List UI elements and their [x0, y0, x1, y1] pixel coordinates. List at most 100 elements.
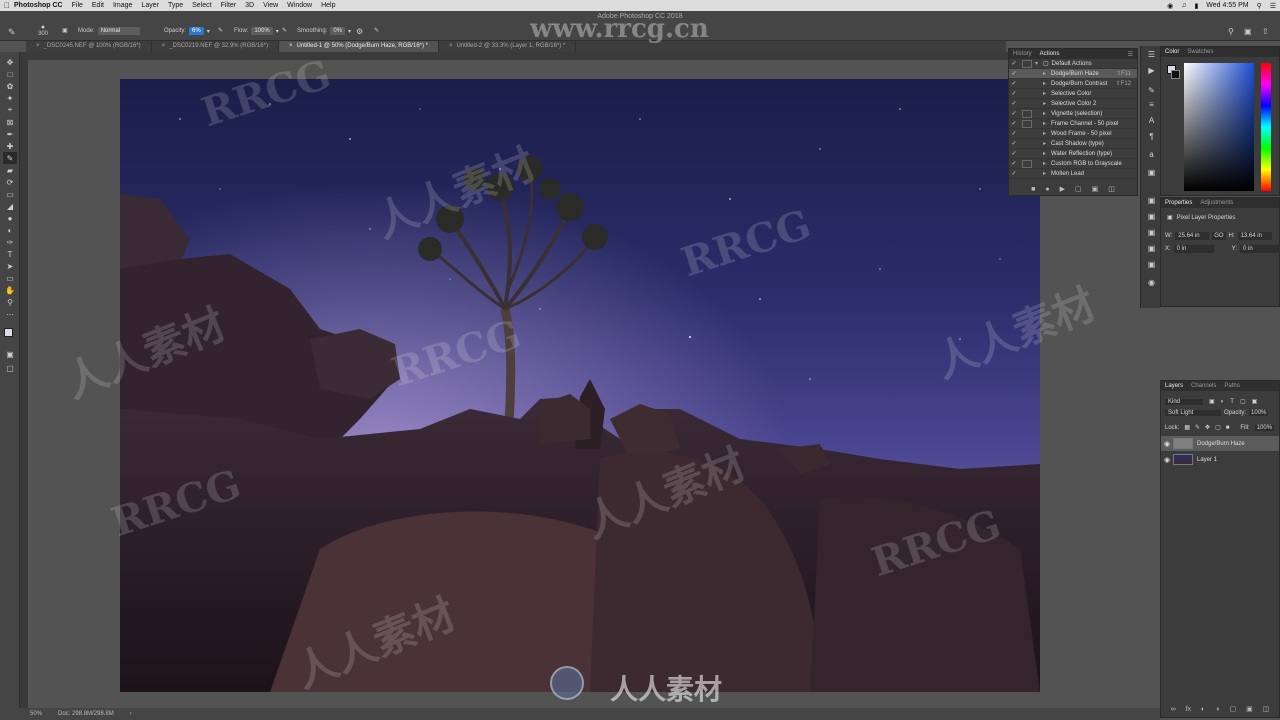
- stop-icon[interactable]: ■: [1031, 186, 1035, 193]
- checkmark-icon[interactable]: ✓: [1009, 120, 1019, 127]
- action-row[interactable]: ✓ ▸ Cast Shadow (type): [1009, 139, 1137, 149]
- smoothing-control[interactable]: Smoothing: 0% ▾: [297, 27, 351, 35]
- path-select-tool-icon[interactable]: ➤: [3, 260, 17, 272]
- checkmark-icon[interactable]: ✓: [1009, 70, 1019, 77]
- record-icon[interactable]: ●: [1045, 186, 1049, 193]
- action-row[interactable]: ✓ ▸ Wood Frame - 50 pixel: [1009, 129, 1137, 139]
- filter-type-icon[interactable]: T: [1230, 399, 1234, 405]
- list-icon[interactable]: ☰: [1270, 2, 1276, 10]
- actions-panel-icon[interactable]: ▶: [1146, 66, 1157, 77]
- brush-settings-icon[interactable]: ≡: [1146, 100, 1157, 111]
- tab-swatches[interactable]: Swatches: [1187, 49, 1213, 55]
- checkmark-icon[interactable]: ✓: [1009, 80, 1019, 87]
- checkmark-icon[interactable]: ✓: [1009, 160, 1019, 167]
- menu-3d[interactable]: 3D: [245, 2, 254, 9]
- quick-select-tool-icon[interactable]: ✦: [3, 92, 17, 104]
- eyedropper-tool-icon[interactable]: ✒: [3, 128, 17, 140]
- layer-name[interactable]: Dodge/Burn Haze: [1197, 441, 1245, 447]
- brush-tool-icon[interactable]: ✎: [3, 152, 17, 164]
- battery-icon[interactable]: ▮: [1194, 2, 1198, 10]
- share-button[interactable]: ⇧: [1262, 27, 1269, 36]
- trash-icon[interactable]: ◫: [1263, 705, 1270, 713]
- search-icon[interactable]: ⚲: [1257, 2, 1262, 10]
- layer-opacity-field[interactable]: 100%: [1249, 410, 1269, 416]
- tab-actions[interactable]: Actions: [1040, 51, 1060, 57]
- healing-tool-icon[interactable]: ✚: [3, 140, 17, 152]
- tool-presets-icon-4[interactable]: ▣: [1146, 228, 1157, 239]
- doc-size[interactable]: Doc: 298.8M/298.8M: [58, 711, 114, 717]
- chevron-right-icon[interactable]: ▸: [1043, 140, 1051, 147]
- ruler-horizontal[interactable]: [20, 52, 1008, 60]
- dodge-tool-icon[interactable]: ◐: [3, 224, 17, 236]
- chevron-right-icon[interactable]: ›: [130, 711, 132, 717]
- chevron-right-icon[interactable]: ▸: [1043, 90, 1051, 97]
- tool-presets-icon-1[interactable]: ▣: [1146, 168, 1157, 179]
- smoothing-field[interactable]: 0%: [330, 27, 346, 35]
- brush-panel-toggle[interactable]: ▣: [62, 27, 68, 34]
- menu-image[interactable]: Image: [113, 2, 132, 9]
- adjustment-icon[interactable]: ◑: [1215, 706, 1219, 713]
- tab-color[interactable]: Color: [1165, 49, 1179, 55]
- zoom-tool-icon[interactable]: ⚲: [3, 296, 17, 308]
- lock-position-icon[interactable]: ✥: [1205, 424, 1210, 431]
- checkmark-icon[interactable]: ✓: [1009, 150, 1019, 157]
- history-brush-tool-icon[interactable]: ⟳: [3, 176, 17, 188]
- character-panel-icon[interactable]: A: [1146, 116, 1157, 127]
- tab-dsc0219[interactable]: × _DSC0219.NEF @ 32.9% (RGB/16*): [152, 41, 279, 52]
- link-icon[interactable]: ∞: [1171, 706, 1176, 713]
- menu-help[interactable]: Help: [321, 2, 335, 9]
- ruler-vertical[interactable]: [20, 60, 28, 708]
- hue-slider[interactable]: [1261, 63, 1271, 191]
- chevron-right-icon[interactable]: ▸: [1043, 130, 1051, 137]
- checkmark-icon[interactable]: ✓: [1009, 60, 1019, 67]
- action-row[interactable]: ✓ ▸ Molten Lead: [1009, 169, 1137, 179]
- crop-tool-icon[interactable]: ⌖: [3, 104, 17, 116]
- mode-control[interactable]: Mode: Normal: [78, 27, 140, 35]
- play-icon[interactable]: ▶: [1060, 185, 1065, 193]
- lock-pixels-icon[interactable]: ✎: [1195, 424, 1200, 431]
- brush-tool-preset[interactable]: ✎: [8, 27, 16, 38]
- hand-tool-icon[interactable]: ✋: [3, 284, 17, 296]
- pen-tool-icon[interactable]: ✑: [3, 236, 17, 248]
- action-row[interactable]: ✓ ▸ Vignette (selection): [1009, 109, 1137, 119]
- apple-icon[interactable]: : [0, 1, 14, 10]
- tab-adjustments[interactable]: Adjustments: [1200, 200, 1233, 206]
- opacity-control[interactable]: Opacity: 6% ▾: [164, 27, 210, 35]
- checkmark-icon[interactable]: ✓: [1009, 130, 1019, 137]
- tool-presets-icon-5[interactable]: ▣: [1146, 244, 1157, 255]
- screen-mode-icon[interactable]: ▢: [3, 362, 17, 374]
- checkmark-icon[interactable]: ✓: [1009, 140, 1019, 147]
- tab-channels[interactable]: Channels: [1191, 383, 1216, 389]
- brush-size-picker[interactable]: ● 300: [38, 24, 48, 37]
- close-icon[interactable]: ×: [449, 41, 453, 52]
- flow-control[interactable]: Flow: 100% ▾: [234, 27, 279, 35]
- tab-dsc0245[interactable]: × _DSC0245.NEF @ 100% (RGB/16*): [26, 41, 152, 52]
- history-panel-icon[interactable]: ☰: [1146, 50, 1157, 61]
- chevron-down-icon[interactable]: ▾: [1035, 60, 1043, 67]
- dialog-toggle-box[interactable]: [1022, 119, 1032, 128]
- fill-field[interactable]: 100%: [1254, 424, 1275, 431]
- lock-artboard-icon[interactable]: ▢: [1215, 424, 1221, 431]
- action-row[interactable]: ✓ ▸ Custom RGB to Grayscale: [1009, 159, 1137, 169]
- eye-icon[interactable]: ◉: [1161, 440, 1173, 448]
- height-field[interactable]: 13.64 in: [1237, 232, 1272, 240]
- tool-presets-icon-6[interactable]: ▣: [1146, 260, 1157, 271]
- chevron-right-icon[interactable]: ▸: [1043, 80, 1051, 87]
- stamp-tool-icon[interactable]: ▰: [3, 164, 17, 176]
- link-dimensions-button[interactable]: GO: [1212, 232, 1226, 240]
- layer-filter-kind[interactable]: Kind: [1165, 398, 1203, 405]
- menu-file[interactable]: File: [72, 2, 83, 9]
- workspace-button[interactable]: ▣: [1244, 27, 1252, 36]
- chevron-right-icon[interactable]: ▸: [1043, 110, 1051, 117]
- lock-all-icon[interactable]: ■: [1226, 425, 1230, 431]
- chevron-down-icon[interactable]: ▾: [207, 28, 210, 35]
- clock[interactable]: Wed 4:55 PM: [1206, 2, 1248, 9]
- close-icon[interactable]: ×: [162, 41, 166, 52]
- wifi-icon[interactable]: ◉: [1167, 2, 1173, 10]
- chevron-right-icon[interactable]: ▸: [1043, 70, 1051, 77]
- tab-untitled-2[interactable]: × Untitled-2 @ 33.3% (Layer 1, RGB/16*) *: [439, 41, 577, 52]
- panel-menu-icon[interactable]: ☰: [1128, 51, 1133, 58]
- action-row[interactable]: ✓ ▸ Dodge/Burn Contrast ⇧F12: [1009, 79, 1137, 89]
- filter-pixel-icon[interactable]: ▣: [1209, 398, 1215, 405]
- checkmark-icon[interactable]: ✓: [1009, 100, 1019, 107]
